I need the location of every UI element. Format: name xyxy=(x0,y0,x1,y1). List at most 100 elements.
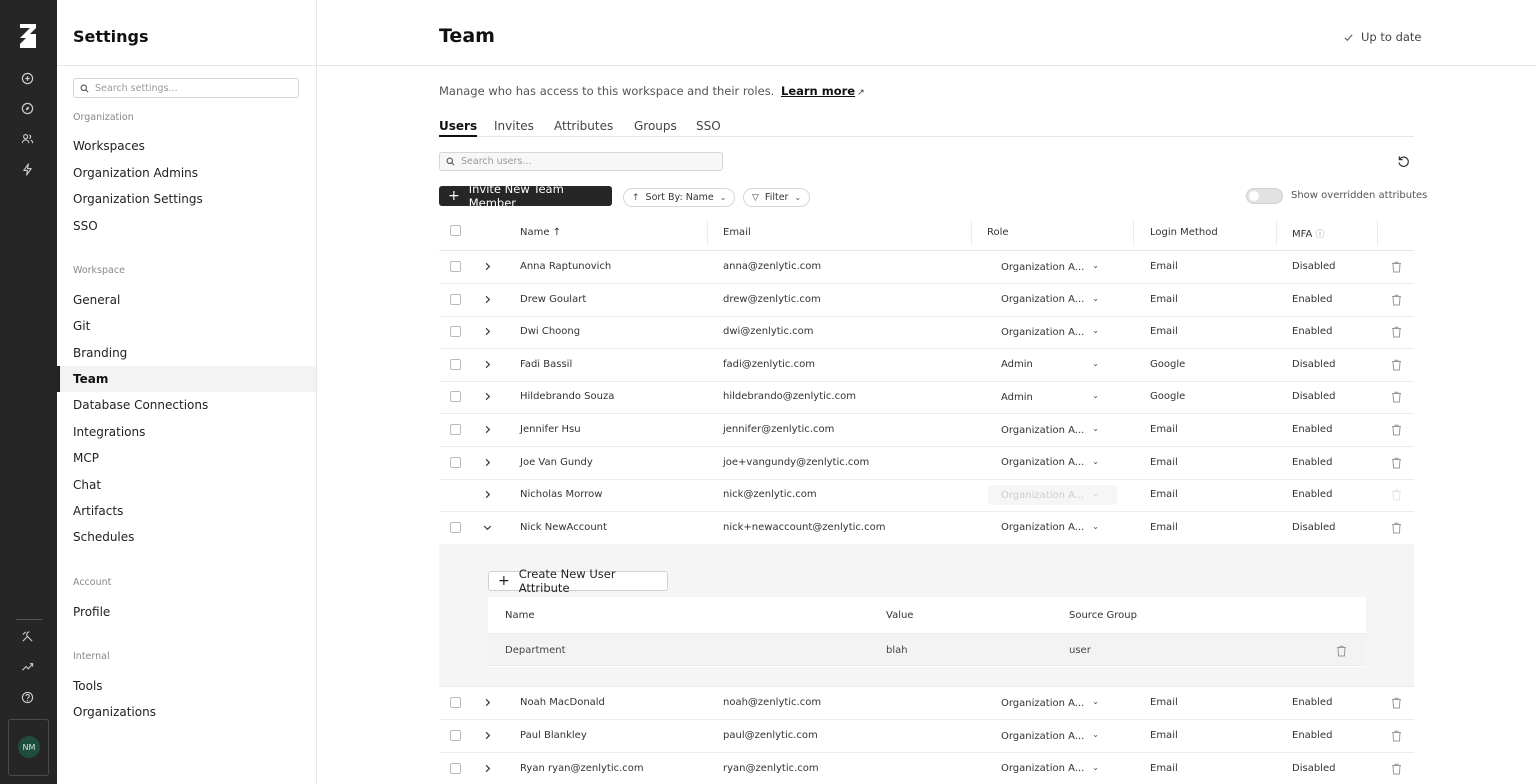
new-chat-icon[interactable] xyxy=(18,69,36,87)
sidebar-item-general[interactable]: General xyxy=(57,287,316,313)
tab-attributes[interactable]: Attributes xyxy=(554,119,613,137)
row-checkbox[interactable] xyxy=(450,391,461,403)
column-name[interactable]: Name ↑ xyxy=(520,227,561,238)
sidebar-item-git[interactable]: Git xyxy=(57,313,316,339)
create-user-attribute-button[interactable]: + Create New User Attribute xyxy=(488,567,668,595)
role-select[interactable]: Organization A... ⌄ xyxy=(988,518,1117,538)
row-checkbox[interactable] xyxy=(450,326,461,338)
row-checkbox[interactable] xyxy=(450,730,461,741)
row-checkbox[interactable] xyxy=(450,521,461,533)
sidebar-item-mcp[interactable]: MCP xyxy=(57,445,316,471)
trash-icon[interactable] xyxy=(1391,261,1402,273)
chevron-right-icon[interactable] xyxy=(482,391,493,402)
refresh-icon[interactable] xyxy=(1397,155,1410,168)
role-select[interactable]: Organization A... ⌄ xyxy=(988,322,1117,342)
tab-sso[interactable]: SSO xyxy=(696,119,721,137)
tab-groups[interactable]: Groups xyxy=(634,119,677,137)
role-select[interactable]: Organization A... ⌄ xyxy=(988,759,1117,779)
filter-button[interactable]: ▽ Filter ⌄ xyxy=(743,188,811,207)
sort-button[interactable]: ↑ Sort By: Name ⌄ xyxy=(623,188,736,207)
trash-icon[interactable] xyxy=(1391,730,1402,742)
chevron-right-icon[interactable] xyxy=(482,294,493,305)
role-select[interactable]: Organization A... ⌄ xyxy=(988,257,1117,277)
trash-icon[interactable] xyxy=(1391,697,1402,709)
role-select[interactable]: Organization A... ⌄ xyxy=(988,453,1117,473)
zenlytic-logo[interactable] xyxy=(16,22,40,50)
chevron-right-icon[interactable] xyxy=(482,326,493,337)
chevron-right-icon[interactable] xyxy=(482,697,493,708)
settings-search-input[interactable] xyxy=(95,82,285,94)
table-row[interactable]: Joe Van Gundy joe+vangundy@zenlytic.com … xyxy=(439,447,1414,480)
trash-icon[interactable] xyxy=(1391,424,1402,436)
trash-icon[interactable] xyxy=(1391,763,1402,775)
user-menu[interactable]: NM xyxy=(8,719,49,776)
row-checkbox[interactable] xyxy=(450,293,461,305)
explore-icon[interactable] xyxy=(18,99,36,117)
row-checkbox[interactable] xyxy=(450,762,461,774)
trash-icon[interactable] xyxy=(1391,326,1402,338)
attribute-row[interactable]: Department blah user xyxy=(488,633,1366,667)
sidebar-item-branding[interactable]: Branding xyxy=(57,340,316,366)
trash-icon[interactable] xyxy=(1336,645,1347,657)
table-row[interactable]: Dwi Choong dwi@zenlytic.com Organization… xyxy=(439,316,1414,350)
sidebar-item-sso[interactable]: SSO xyxy=(57,213,316,239)
sidebar-item-profile[interactable]: Profile xyxy=(57,599,316,625)
trash-icon[interactable] xyxy=(1391,359,1402,371)
user-search-input[interactable] xyxy=(461,156,711,167)
tab-users[interactable]: Users xyxy=(439,119,478,137)
sidebar-item-organization-admins[interactable]: Organization Admins xyxy=(57,160,316,186)
role-select[interactable]: Organization A... ⌄ xyxy=(988,420,1117,440)
tab-invites[interactable]: Invites xyxy=(494,119,534,137)
sidebar-item-team[interactable]: Team xyxy=(57,366,316,392)
sidebar-item-tools[interactable]: Tools xyxy=(57,673,316,699)
chevron-right-icon[interactable] xyxy=(482,424,493,435)
table-row[interactable]: Hildebrando Souza hildebrando@zenlytic.c… xyxy=(439,381,1414,415)
lightning-icon[interactable] xyxy=(18,160,36,178)
table-row[interactable]: Ryan ryan@zenlytic.com ryan@zenlytic.com… xyxy=(439,753,1414,784)
role-select[interactable]: Admin ⌄ xyxy=(988,387,1117,407)
chevron-right-icon[interactable] xyxy=(482,763,493,774)
role-select[interactable]: Organization A... ⌄ xyxy=(988,726,1117,746)
sidebar-item-database-connections[interactable]: Database Connections xyxy=(57,392,316,418)
sidebar-item-artifacts[interactable]: Artifacts xyxy=(57,498,316,524)
invite-team-member-button[interactable]: + Invite New Team Member xyxy=(439,182,612,210)
users-icon[interactable] xyxy=(18,129,36,147)
role-select[interactable]: Organization A... ⌄ xyxy=(988,485,1117,506)
chevron-right-icon[interactable] xyxy=(482,261,493,272)
trash-icon[interactable] xyxy=(1391,489,1402,501)
table-row[interactable]: Drew Goulart drew@zenlytic.com Organizat… xyxy=(439,284,1414,317)
sidebar-item-schedules[interactable]: Schedules xyxy=(57,524,316,550)
table-row[interactable]: Anna Raptunovich anna@zenlytic.com Organ… xyxy=(439,251,1414,284)
trending-icon[interactable] xyxy=(18,657,36,675)
table-row[interactable]: Paul Blankley paul@zenlytic.com Organiza… xyxy=(439,720,1414,753)
role-select[interactable]: Organization A... ⌄ xyxy=(988,693,1117,713)
row-checkbox[interactable] xyxy=(450,261,461,272)
select-all-checkbox[interactable] xyxy=(450,225,461,236)
learn-more-link[interactable]: Learn more xyxy=(781,84,855,98)
help-icon[interactable] xyxy=(18,688,36,706)
chevron-right-icon[interactable] xyxy=(482,457,493,468)
chevron-down-icon[interactable] xyxy=(482,522,493,533)
row-checkbox[interactable] xyxy=(450,424,461,435)
table-row[interactable]: Nick NewAccount nick+newaccount@zenlytic… xyxy=(439,512,1414,545)
trash-icon[interactable] xyxy=(1391,391,1402,403)
chevron-right-icon[interactable] xyxy=(482,489,493,500)
table-row[interactable]: Nicholas Morrow nick@zenlytic.com Organi… xyxy=(439,479,1414,513)
settings-search[interactable] xyxy=(73,78,299,98)
row-checkbox[interactable] xyxy=(450,456,461,468)
tools-icon[interactable] xyxy=(18,627,36,645)
table-row[interactable]: Fadi Bassil fadi@zenlytic.com Admin ⌄ Go… xyxy=(439,349,1414,382)
table-row[interactable]: Noah MacDonald noah@zenlytic.com Organiz… xyxy=(439,687,1414,721)
trash-icon[interactable] xyxy=(1391,522,1402,534)
sidebar-item-organization-settings[interactable]: Organization Settings xyxy=(57,186,316,212)
chevron-right-icon[interactable] xyxy=(482,359,493,370)
sidebar-item-workspaces[interactable]: Workspaces xyxy=(57,133,316,159)
trash-icon[interactable] xyxy=(1391,457,1402,469)
user-search[interactable] xyxy=(439,152,723,171)
row-checkbox[interactable] xyxy=(450,697,461,709)
role-select[interactable]: Organization A... ⌄ xyxy=(988,290,1117,310)
chevron-right-icon[interactable] xyxy=(482,730,493,741)
sidebar-item-integrations[interactable]: Integrations xyxy=(57,419,316,445)
sidebar-item-chat[interactable]: Chat xyxy=(57,472,316,498)
sidebar-item-organizations[interactable]: Organizations xyxy=(57,699,316,725)
